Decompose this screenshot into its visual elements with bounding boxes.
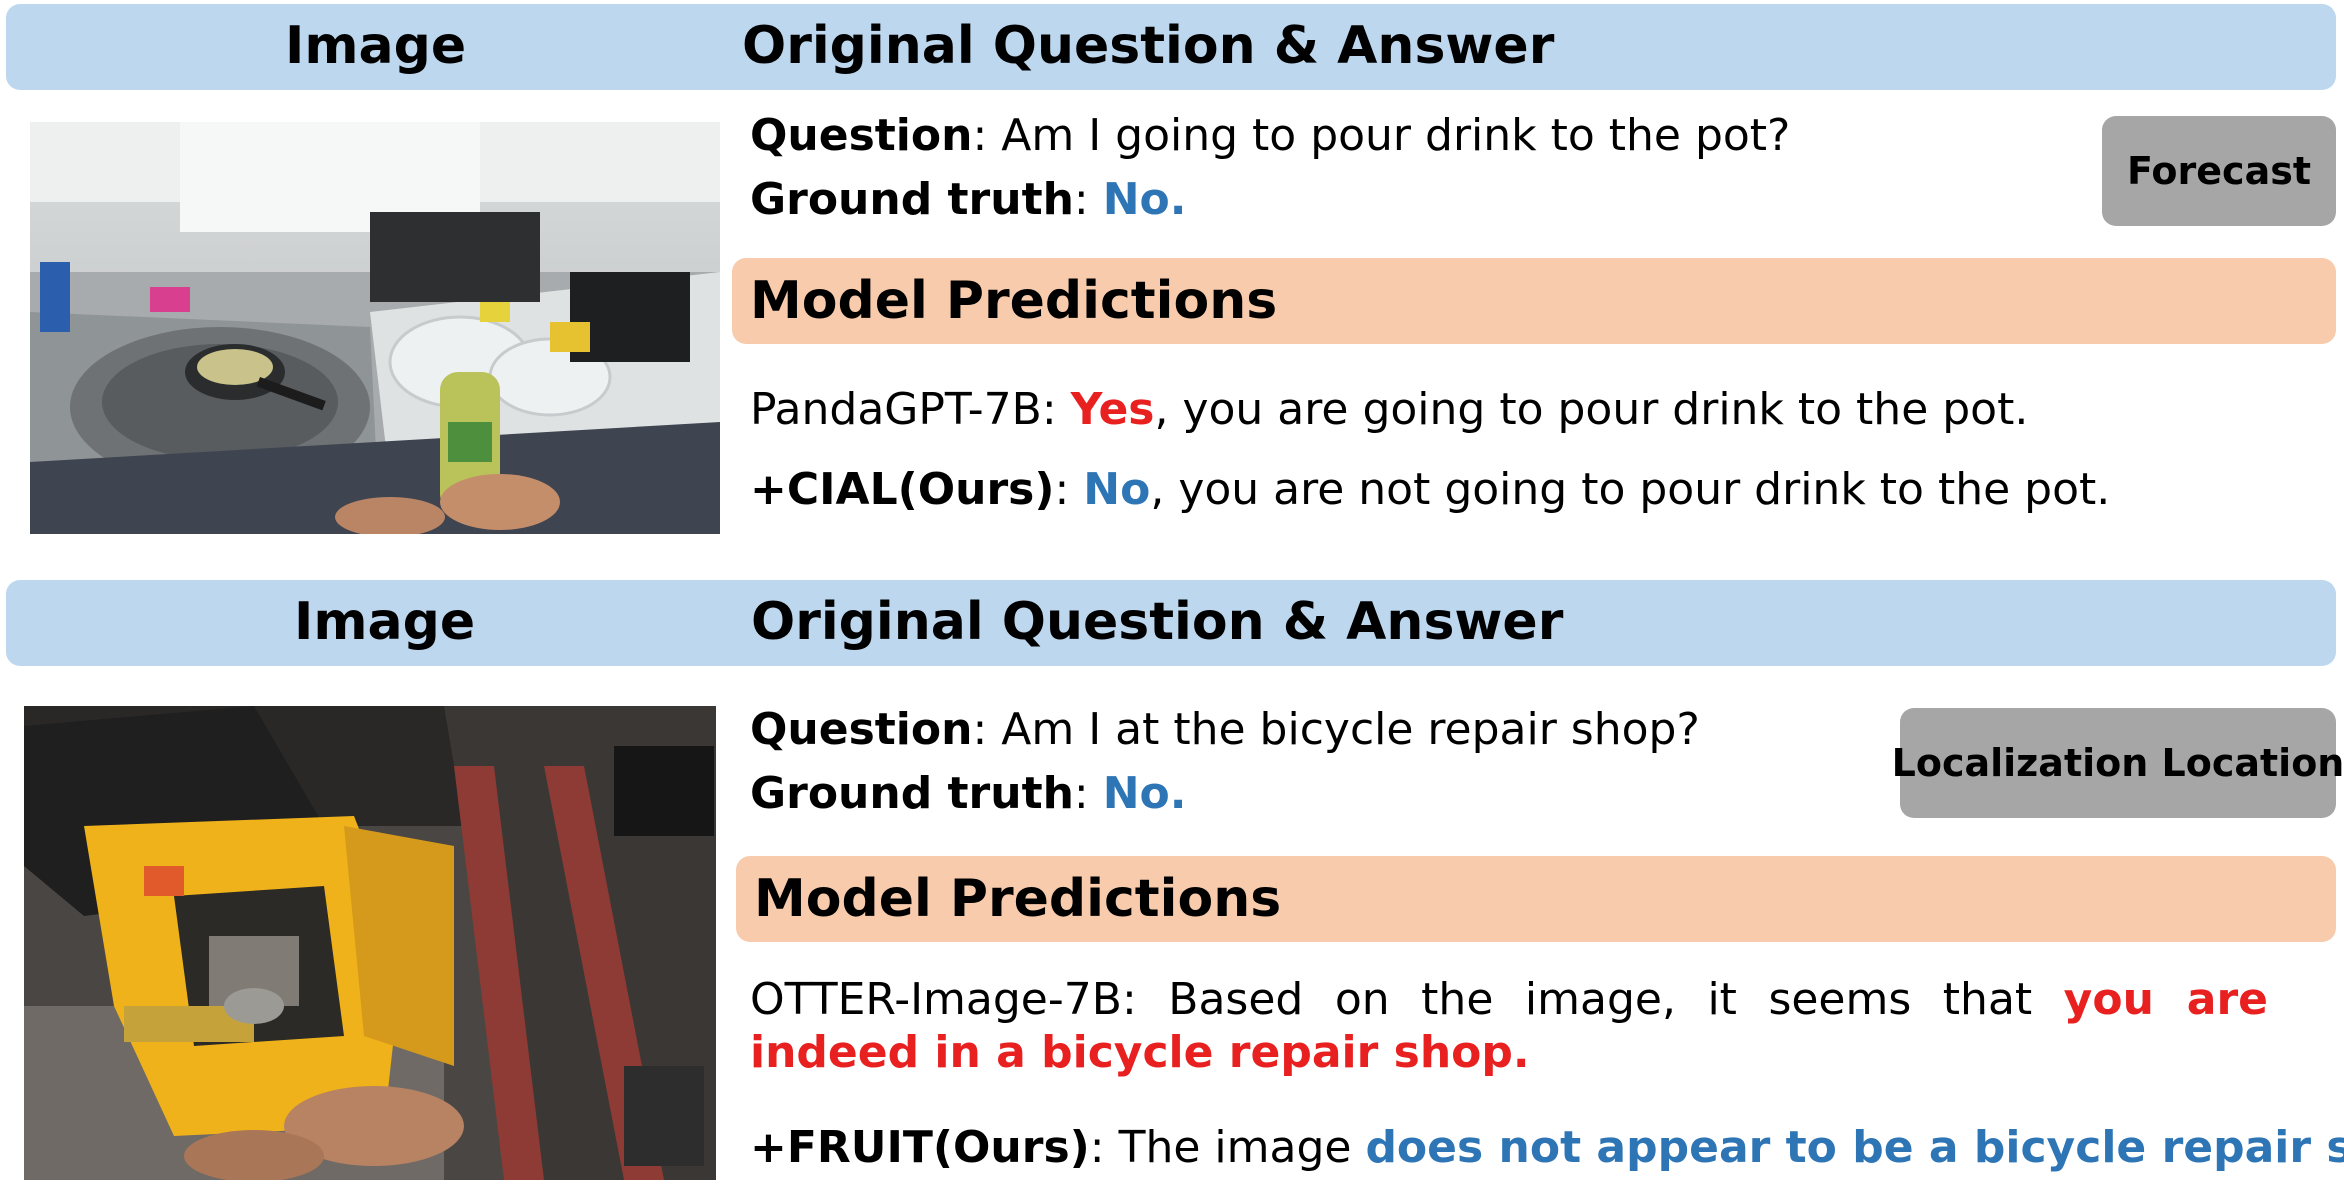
panel1-ours-prediction: +CIAL(Ours): No, you are not going to po… (750, 464, 2111, 515)
panel2-task-tag: Localization Location (1892, 708, 2344, 818)
panel2-ground-truth-line: Ground truth: No. (750, 768, 1187, 819)
panel1-predictions-heading: Model Predictions (750, 271, 1278, 331)
panel2-ours-prediction: +FRUIT(Ours): The image does not appear … (750, 1122, 2344, 1173)
panel2-question-line: Question: Am I at the bicycle repair sho… (750, 704, 1700, 755)
panel1-ground-truth-line: Ground truth: No. (750, 174, 1187, 225)
panel2-baseline-prediction: OTTER-Image-7B: Based on the image, it s… (750, 974, 2268, 1078)
panel2-predictions-heading: Model Predictions (754, 869, 1282, 929)
panel2-bicycle-photo (24, 706, 716, 1180)
panel1-image-heading: Image (285, 16, 467, 76)
panel2-qa-heading: Original Question & Answer (751, 592, 1564, 652)
panel2-image-heading: Image (294, 592, 476, 652)
panel1-qa-heading: Original Question & Answer (742, 16, 1555, 76)
panel1-question-line: Question: Am I going to pour drink to th… (750, 110, 1791, 161)
panel1-task-tag: Forecast (2102, 116, 2336, 226)
panel1-kitchen-photo (30, 122, 720, 534)
panel1-baseline-prediction: PandaGPT-7B: Yes, you are going to pour … (750, 384, 2029, 435)
